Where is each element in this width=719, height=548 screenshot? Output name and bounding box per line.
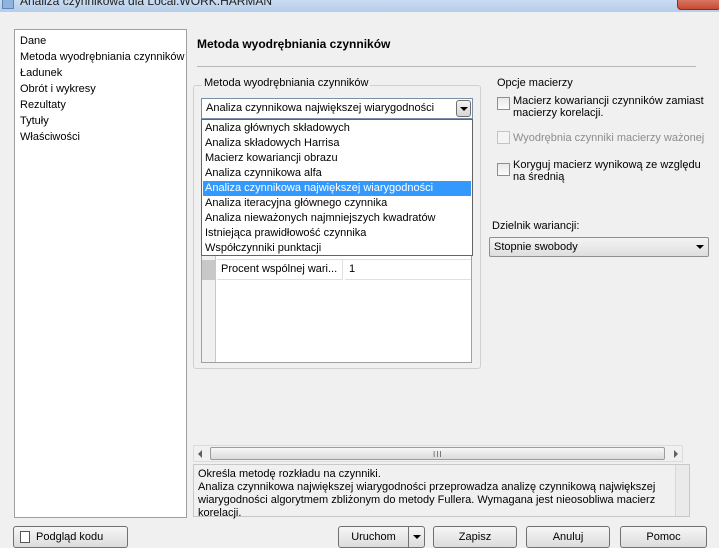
checkbox-weighted-label: Wyodrębnia czynniki macierzy ważonej [513,132,705,144]
sidebar-item-dane[interactable]: Dane [20,33,186,49]
chevron-down-icon [413,535,421,539]
horizontal-scrollbar[interactable]: III [193,445,683,462]
title-divider [197,66,696,67]
dropdown-option[interactable]: Analiza głównych składowych [203,121,471,136]
checkbox-mean-correct[interactable] [497,163,510,176]
dropdown-option[interactable]: Macierz kowariancji obrazu [203,151,471,166]
checkbox-weighted[interactable] [497,131,510,144]
grid-cell-name[interactable]: Procent wspólnej wari... [217,260,343,280]
variance-divisor-value: Stopnie swobody [494,241,578,253]
sidebar-nav: Dane Metoda wyodrębniania czynników Ładu… [14,29,187,518]
variance-divisor-select[interactable]: Stopnie swobody [489,237,709,257]
window-title: Analiza czynnikowa dla Local.WORK.HARMAN [20,0,273,8]
title-bar: Analiza czynnikowa dla Local.WORK.HARMAN [0,0,719,12]
checkbox-covariance[interactable] [497,97,510,110]
method-combobox[interactable]: Analiza czynnikowa największej wiarygodn… [201,98,473,119]
row-selector[interactable] [202,260,216,280]
scroll-left-icon[interactable] [198,450,202,458]
sidebar-item-wlasciwosci[interactable]: Właściwości [20,129,186,145]
close-icon[interactable] [677,0,719,10]
save-button[interactable]: Zapisz [433,526,517,548]
description-panel: Określa metodę rozkładu na czynniki. Ana… [193,464,690,519]
grid-row-header [202,245,216,362]
checkbox-mean-correct-label: Koryguj macierz wynikową ze względu na śr… [513,159,701,183]
dropdown-option[interactable]: Współczynniki punktacji [203,241,471,256]
cancel-button[interactable]: Anuluj [526,526,610,548]
description-scrollbar[interactable] [675,465,689,516]
grip-icon: III [433,450,443,459]
dropdown-option[interactable]: Analiza czynnikowa największej wiarygodn… [203,181,471,196]
chevron-down-icon [696,245,704,249]
grid-cell-value[interactable]: 1 [345,260,471,280]
code-preview-button[interactable]: Podgląd kodu [13,526,128,548]
dropdown-option[interactable]: Analiza składowych Harrisa [203,136,471,151]
description-line-2: Analiza czynnikowa największej wiarygodn… [198,481,656,493]
dropdown-option[interactable]: Analiza czynnikowa alfa [203,166,471,181]
sidebar-item-tytuly[interactable]: Tytuły [20,113,186,129]
page-title: Metoda wyodrębniania czynników [197,37,391,51]
run-options-button[interactable] [408,526,425,548]
help-button[interactable]: Pomoc [620,526,707,548]
chevron-down-icon [459,106,468,111]
combobox-dropdown-button[interactable] [456,100,471,117]
sidebar-item-rezultaty[interactable]: Rezultaty [20,97,186,113]
run-button[interactable]: Uruchom [338,526,409,548]
scrollbar-thumb[interactable]: III [210,447,665,460]
description-line-3: wiarygodności algorytmem zbliżonym do me… [198,494,656,519]
properties-grid[interactable]: Procent wspólnej wari... 1 [201,244,472,363]
matrix-options-label: Opcje macierzy [497,77,573,89]
sidebar-item-ladunek[interactable]: Ładunek [20,65,186,81]
method-combobox-value: Analiza czynnikowa największej wiarygodn… [206,102,435,114]
method-group-label: Metoda wyodrębniania czynników [202,77,371,89]
dropdown-option[interactable]: Istniejąca prawidłowość czynnika [203,226,471,241]
sidebar-item-obrot[interactable]: Obrót i wykresy [20,81,186,97]
description-line-1: Określa metodę rozkładu na czynniki. [198,468,381,480]
scroll-right-icon[interactable] [674,450,678,458]
variance-divisor-label: Dzielnik wariancji: [492,220,580,232]
app-icon [2,0,14,9]
dropdown-option[interactable]: Analiza nieważonych najmniejszych kwadra… [203,211,471,226]
sidebar-item-metoda[interactable]: Metoda wyodrębniania czynników [20,49,186,65]
document-icon [20,531,30,543]
dropdown-option[interactable]: Analiza iteracyjna głównego czynnika [203,196,471,211]
method-dropdown-list: Analiza głównych składowych Analiza skład… [201,119,473,256]
checkbox-covariance-label: Macierz kowariancji czynników zamiast mac… [513,95,704,119]
